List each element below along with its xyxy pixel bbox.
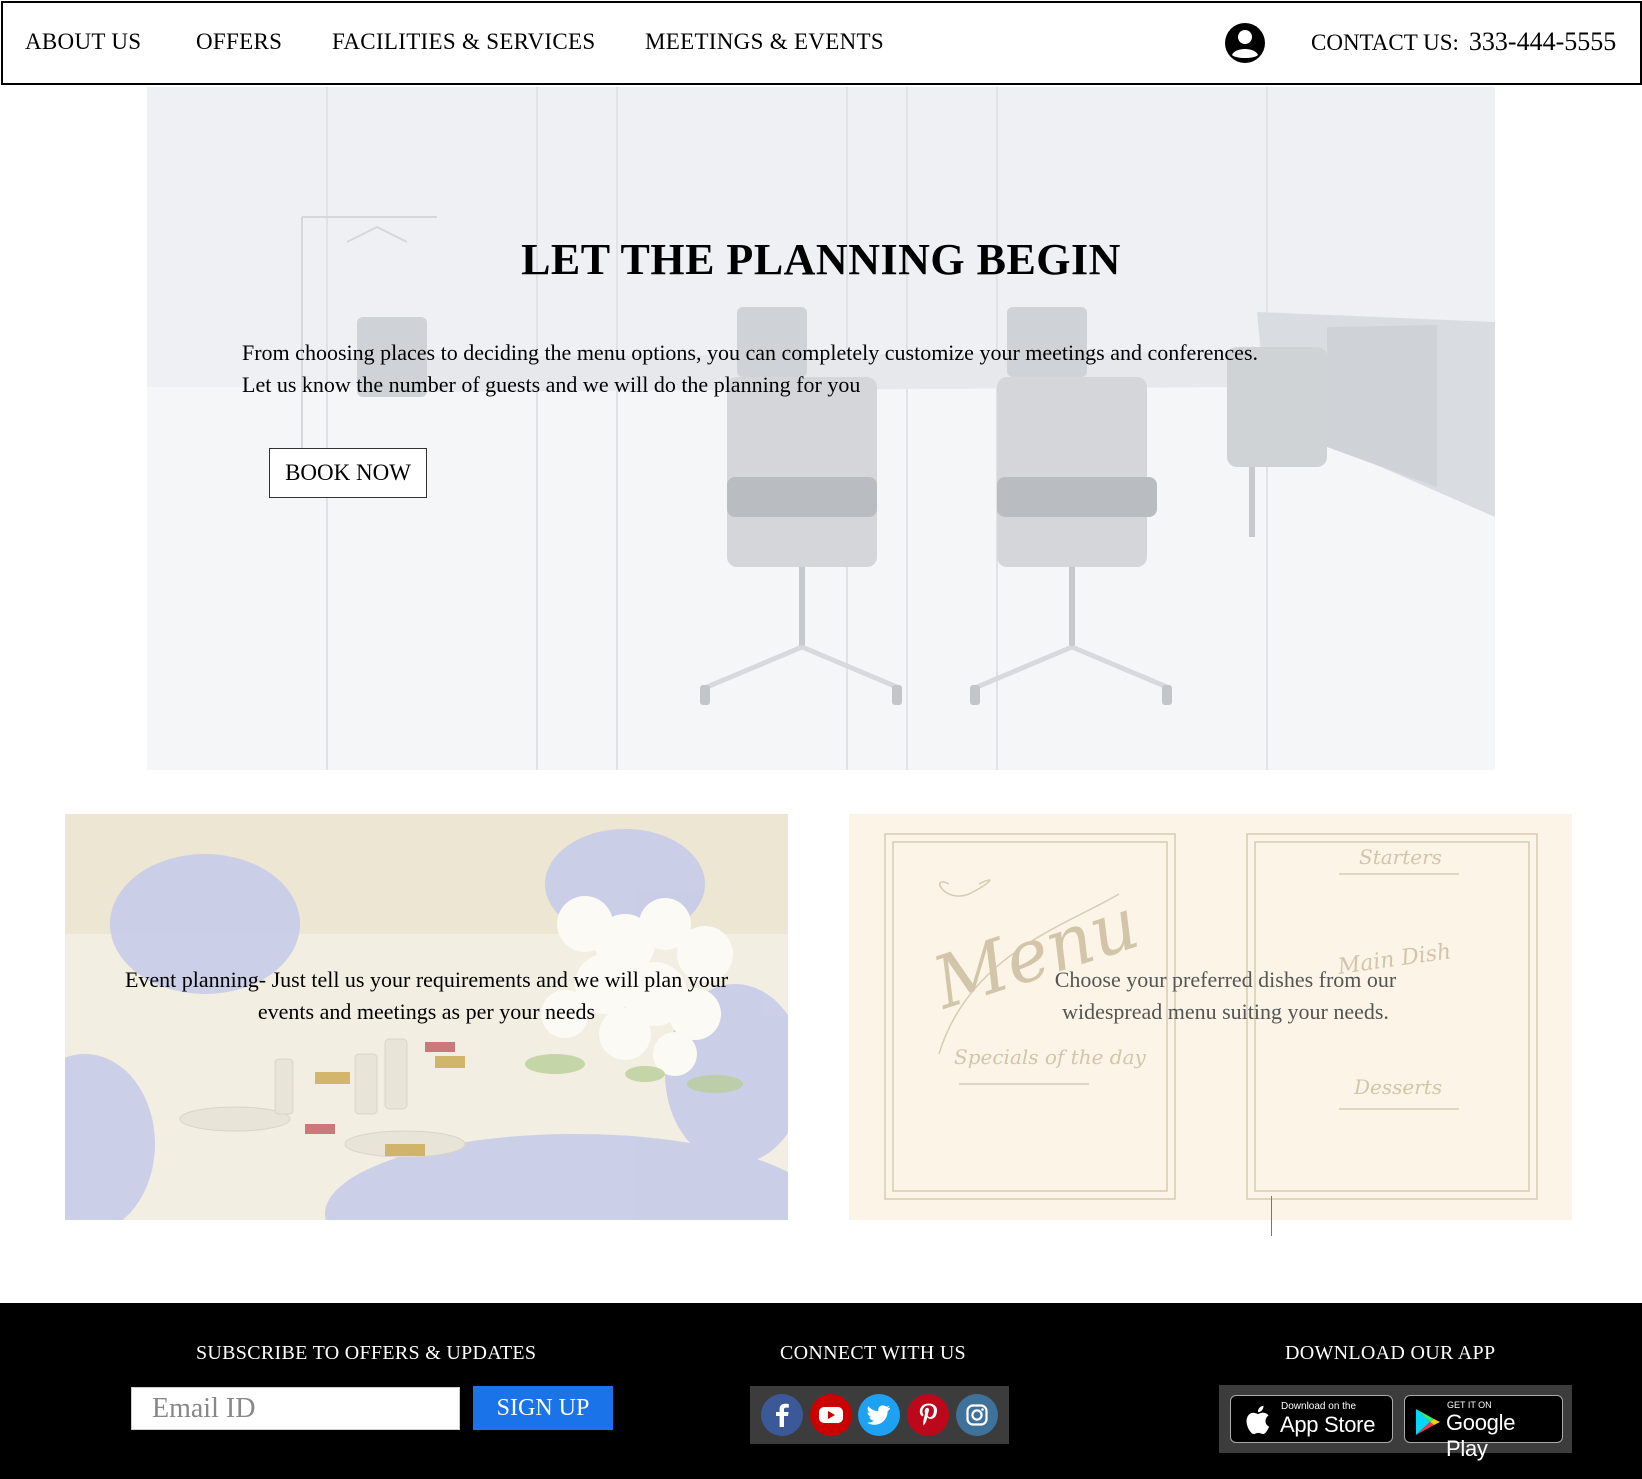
social-links <box>750 1386 1009 1444</box>
sign-up-button[interactable]: SIGN UP <box>473 1386 613 1430</box>
contact-phone[interactable]: 333-444-5555 <box>1469 27 1616 56</box>
app-store-small-text: Download on the <box>1281 1401 1357 1412</box>
instagram-icon[interactable] <box>955 1394 998 1436</box>
app-badges: Download on the App Store GET IT ON Goog… <box>1219 1385 1572 1461</box>
menu-desserts-decor: Desserts <box>1353 1075 1442 1099</box>
hero-description-line-2: Let us know the number of guests and we … <box>242 372 861 397</box>
youtube-icon[interactable] <box>809 1394 852 1436</box>
menu-card[interactable]: Menu Starters Main Dish Specials of the … <box>849 814 1572 1220</box>
nav-about-us[interactable]: ABOUT US <box>25 29 141 55</box>
google-play-badge[interactable]: GET IT ON Google Play <box>1404 1395 1563 1461</box>
hero-description: From choosing places to deciding the men… <box>242 337 1422 401</box>
nav-offers[interactable]: OFFERS <box>196 29 282 55</box>
google-play-icon <box>1416 1409 1440 1435</box>
google-play-small-text: GET IT ON <box>1447 1400 1492 1410</box>
conference-room-image <box>147 87 1495 770</box>
nav-facilities-services[interactable]: FACILITIES & SERVICES <box>332 29 595 55</box>
contact-label: CONTACT US: <box>1311 30 1459 55</box>
book-now-button[interactable]: BOOK NOW <box>269 448 427 498</box>
download-app-heading: DOWNLOAD OUR APP <box>1285 1342 1496 1364</box>
hero-description-line-1: From choosing places to deciding the men… <box>242 340 1259 365</box>
event-planning-text: Event planning- Just tell us your requir… <box>124 967 729 1024</box>
email-input[interactable] <box>131 1387 460 1430</box>
twitter-icon[interactable] <box>858 1394 901 1436</box>
nav-meetings-events[interactable]: MEETINGS & EVENTS <box>645 29 884 55</box>
event-planning-card[interactable]: Event planning- Just tell us your requir… <box>65 814 788 1220</box>
contact-info: CONTACT US: 333-444-5555 <box>1311 27 1616 57</box>
hero-title: LET THE PLANNING BEGIN <box>521 235 1121 284</box>
menu-starters-decor: Starters <box>1359 845 1442 869</box>
google-play-big-text: Google Play <box>1446 1410 1516 1461</box>
footer: SUBSCRIBE TO OFFERS & UPDATES SIGN UP CO… <box>0 1303 1642 1479</box>
app-store-big-text: App Store <box>1280 1412 1376 1437</box>
apple-icon <box>1246 1405 1270 1435</box>
menu-specials-decor: Specials of the day <box>954 1045 1147 1069</box>
pinterest-icon[interactable] <box>907 1394 950 1436</box>
divider-line <box>1271 1196 1272 1236</box>
subscribe-heading: SUBSCRIBE TO OFFERS & UPDATES <box>196 1342 537 1364</box>
hero-banner: LET THE PLANNING BEGIN From choosing pla… <box>147 87 1495 770</box>
user-account-icon[interactable] <box>1224 22 1266 64</box>
facebook-icon[interactable] <box>761 1394 804 1436</box>
connect-heading: CONNECT WITH US <box>780 1342 966 1364</box>
app-store-badge[interactable]: Download on the App Store <box>1230 1395 1393 1443</box>
top-navigation: ABOUT US OFFERS FACILITIES & SERVICES ME… <box>1 1 1642 85</box>
menu-card-text: Choose your preferred dishes from our wi… <box>1054 967 1397 1024</box>
